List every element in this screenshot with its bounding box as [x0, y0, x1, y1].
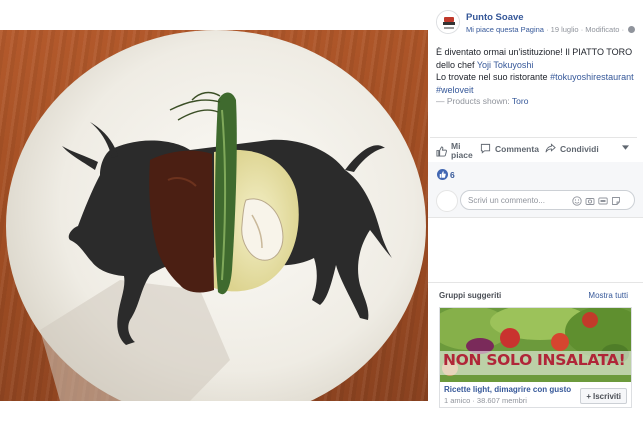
- group-cover-image[interactable]: NON SOLO INSALATA!: [440, 308, 631, 382]
- product-link[interactable]: Toro: [512, 96, 529, 106]
- user-avatar: [436, 190, 458, 212]
- comment-icon: [480, 143, 491, 154]
- share-icon: [545, 143, 556, 153]
- hashtag-link[interactable]: #weloveit: [436, 85, 474, 95]
- group-members: 1 amico · 38.607 membri: [444, 396, 527, 405]
- comment-label: Commenta: [495, 143, 539, 154]
- thumbs-up-icon: [439, 171, 446, 178]
- gif-icon[interactable]: [598, 196, 608, 206]
- join-label: Iscriviti: [592, 391, 621, 401]
- globe-icon[interactable]: [628, 26, 636, 33]
- group-name[interactable]: Ricette light, dimagrire con gusto: [444, 385, 571, 394]
- share-label: Condividi: [560, 143, 599, 154]
- sticker-icon[interactable]: [611, 196, 621, 206]
- comment-button[interactable]: Commenta: [480, 143, 539, 154]
- products-label: — Products shown:: [436, 96, 512, 106]
- share-options-button[interactable]: [622, 145, 629, 150]
- post-text-line-4: #weloveit: [436, 84, 636, 97]
- modified-label[interactable]: Modificato: [585, 25, 619, 34]
- cover-title: NON SOLO INSALATA!: [443, 351, 626, 369]
- products-shown: — Products shown: Toro: [436, 96, 528, 106]
- post-date[interactable]: 19 luglio: [551, 25, 579, 34]
- page-avatar[interactable]: [436, 10, 460, 34]
- see-all-link[interactable]: Mostra tutti: [588, 291, 628, 300]
- post-text-line-2: dello chef Yoji Tokuyoshi: [436, 59, 636, 72]
- like-button[interactable]: Mi piace: [436, 142, 473, 160]
- post-text: È diventato ormai un'istituzione! Il PIA…: [436, 46, 636, 96]
- page-name[interactable]: Punto Soave: [466, 12, 524, 23]
- post-text-fragment: Lo trovate nel suo ristorante: [436, 72, 551, 82]
- post-text-fragment: dello chef: [436, 59, 477, 70]
- plus-icon: +: [586, 391, 591, 401]
- suggested-groups: Gruppi suggeriti Mostra tutti NON SOLO I…: [428, 282, 643, 422]
- comment-tools: [572, 196, 621, 206]
- suggested-groups-title: Gruppi suggeriti: [439, 291, 502, 300]
- hashtag-link[interactable]: #tokuyoshirestaurant: [550, 72, 634, 82]
- reactions-bar: 6: [428, 162, 643, 186]
- post-actions-bar: Mi piace Commenta Condividi: [430, 137, 637, 163]
- post-photo[interactable]: [0, 30, 428, 401]
- like-reaction-icon[interactable]: [437, 169, 448, 180]
- sidebar-spacer: [428, 218, 643, 288]
- group-card[interactable]: NON SOLO INSALATA! Ricette light, dimagr…: [439, 307, 632, 408]
- caret-down-icon: [622, 145, 629, 150]
- chef-link[interactable]: Yoji Tokuyoshi: [477, 60, 534, 70]
- post-header: Punto Soave Mi piace questa Pagina · 19 …: [436, 8, 636, 38]
- post-text-line-3: Lo trovate nel suo ristorante #tokuyoshi…: [436, 71, 636, 84]
- like-label-line-2: piace: [451, 150, 473, 160]
- post-meta: Mi piace questa Pagina · 19 luglio · Mod…: [466, 25, 636, 34]
- post-text-line-1: È diventato ormai un'istituzione! Il PIA…: [436, 47, 633, 57]
- cover-banner: NON SOLO INSALATA!: [440, 351, 631, 375]
- plate-illustration: [6, 30, 426, 401]
- punto-soave-logo: [437, 11, 459, 33]
- like-page-link[interactable]: Mi piace questa Pagina: [466, 25, 544, 34]
- thumbs-up-icon: [436, 145, 447, 157]
- camera-icon[interactable]: [585, 196, 595, 206]
- meta-separator: ·: [621, 25, 627, 34]
- emoji-icon[interactable]: [572, 196, 582, 206]
- join-group-button[interactable]: + Iscriviti: [580, 388, 627, 404]
- comment-composer: [428, 186, 643, 218]
- reaction-count[interactable]: 6: [450, 170, 455, 180]
- share-button[interactable]: Condividi: [545, 143, 599, 154]
